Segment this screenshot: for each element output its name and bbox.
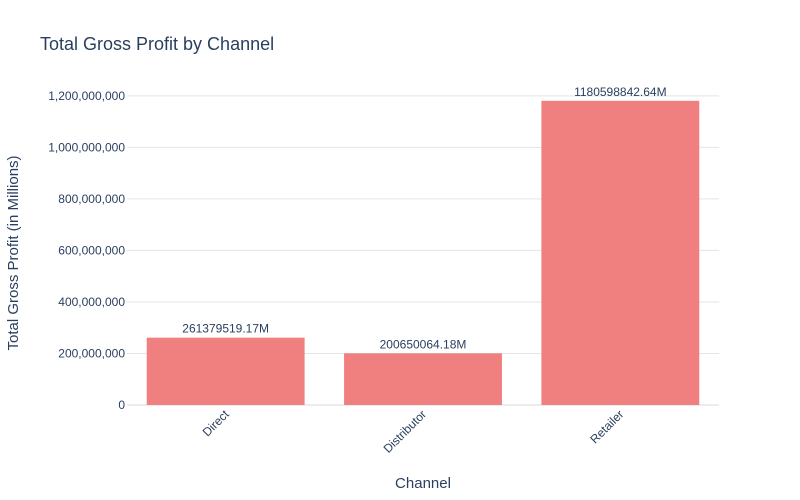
bar-retailer[interactable]: [541, 100, 700, 405]
bar-layer: [146, 100, 700, 405]
y-tick-label: 800,000,000: [58, 192, 125, 206]
chart-container: 261379519.17M 200650064.18M 1180598842.64M…: [0, 0, 800, 500]
x-axis-title: Channel: [395, 475, 451, 492]
y-tick-label: 600,000,000: [58, 243, 125, 257]
y-tick-label: 200,000,000: [58, 346, 125, 360]
bar-chart: 261379519.17M 200650064.18M 1180598842.64M…: [5, 34, 719, 492]
y-tick-label: 400,000,000: [58, 295, 125, 309]
x-tick-label: Direct: [200, 407, 233, 440]
bar-data-label: 261379519.17M: [182, 322, 269, 336]
y-axis-title: Total Gross Profit (in Millions): [5, 155, 22, 350]
x-tick-label: Retailer: [587, 407, 626, 446]
x-tick-label: Distributor: [381, 407, 430, 456]
chart-title: Total Gross Profit by Channel: [40, 34, 274, 54]
y-axis-ticks: 0 200,000,000 400,000,000 600,000,000 800,00…: [48, 89, 125, 412]
x-axis-ticks: Direct Distributor Retailer: [200, 407, 627, 456]
y-tick-label: 1,000,000,000: [48, 140, 125, 154]
bar-data-label: 200650064.18M: [380, 337, 467, 351]
bar-direct[interactable]: [146, 337, 305, 405]
bar-data-label: 1180598842.64M: [574, 85, 667, 99]
y-tick-label: 1,200,000,000: [48, 89, 125, 103]
bar-distributor[interactable]: [344, 353, 502, 405]
y-tick-label: 0: [118, 398, 125, 412]
